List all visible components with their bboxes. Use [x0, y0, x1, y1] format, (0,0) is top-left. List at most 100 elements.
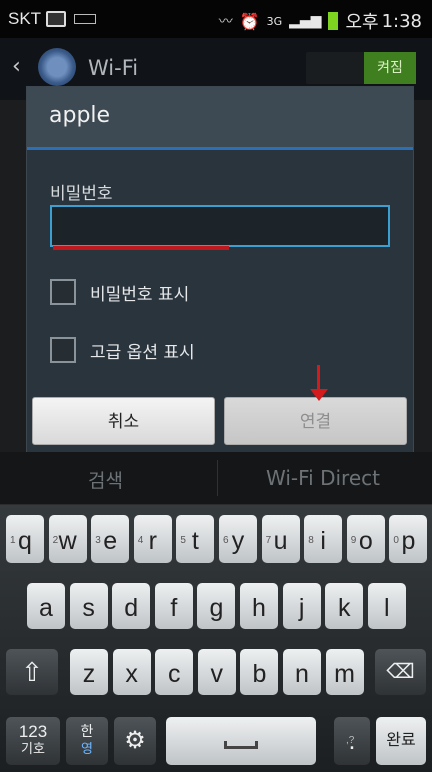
key-g[interactable]: g	[197, 583, 236, 629]
soft-keyboard: ⇧ ⌫ 123 기호 한 영 ⚙ ,? . 완료 1q2w3e4r5t6y7u8…	[0, 505, 432, 772]
key-label: s	[82, 594, 95, 622]
key-j[interactable]: j	[282, 583, 321, 629]
key-n[interactable]: n	[283, 649, 321, 695]
key-label: w	[58, 527, 77, 555]
key-p[interactable]: 0p	[389, 515, 428, 563]
key-label: y	[231, 527, 245, 555]
key-d[interactable]: d	[112, 583, 151, 629]
key-label: h	[252, 594, 266, 622]
space-key[interactable]	[166, 717, 316, 765]
key-label: q	[18, 527, 32, 555]
key-hint: 9	[350, 535, 357, 546]
connect-button[interactable]: 연결	[224, 397, 407, 445]
key-label: f	[170, 594, 178, 622]
key-label: o	[358, 527, 373, 555]
period-key[interactable]: ,? .	[334, 717, 370, 765]
cancel-button[interactable]: 취소	[32, 397, 215, 445]
red-arrow-annotation	[317, 365, 320, 391]
symbols-key[interactable]: 123 기호	[6, 717, 60, 765]
key-y[interactable]: 6y	[219, 515, 257, 563]
key-label: g	[209, 594, 224, 622]
battery-icon	[328, 12, 339, 30]
key-v[interactable]: v	[197, 649, 236, 695]
key-label: x	[125, 660, 138, 688]
key-e[interactable]: 3e	[91, 515, 130, 563]
key-label: u	[273, 527, 288, 555]
key-b[interactable]: b	[240, 649, 279, 695]
done-key[interactable]: 완료	[376, 717, 426, 765]
key-hint: 1	[10, 535, 16, 546]
key-label: p	[401, 527, 416, 555]
key-hint: 7	[265, 535, 272, 546]
wifi-toggle[interactable]: 켜짐	[306, 52, 416, 84]
wifi-connect-dialog: apple 비밀번호 비밀번호 표시 고급 옵션 표시 취소 연결	[27, 87, 413, 452]
key-hint: 0	[393, 535, 399, 546]
key-r[interactable]: 4r	[133, 515, 172, 563]
key-label: r	[148, 527, 157, 555]
key-hint: 4	[137, 535, 144, 546]
key-label: m	[334, 660, 355, 688]
show-password-checkbox[interactable]	[50, 279, 76, 305]
keyboard-notification-icon	[74, 14, 96, 24]
key-q[interactable]: 1q	[6, 515, 44, 563]
key-s[interactable]: s	[69, 583, 108, 629]
language-key[interactable]: 한 영	[66, 717, 108, 765]
search-button[interactable]: 검색	[88, 466, 123, 493]
page-title: Wi-Fi	[88, 56, 139, 80]
highlight-underline	[53, 246, 229, 250]
advanced-options-label[interactable]: 고급 옵션 표시	[90, 338, 195, 363]
settings-key[interactable]: ⚙	[114, 717, 156, 765]
key-hint: 3	[95, 535, 101, 546]
key-c[interactable]: c	[155, 649, 194, 695]
bottom-strip: 검색 Wi-Fi Direct	[0, 452, 432, 505]
time-label: 1:38	[381, 10, 422, 32]
strip-divider	[217, 460, 218, 496]
key-label: n	[295, 660, 309, 688]
key-x[interactable]: x	[112, 649, 151, 695]
status-icons: 〰 ⏰ 3G ▂▄▆ 오후 1:38	[219, 8, 422, 34]
key-label: k	[337, 594, 351, 622]
key-o[interactable]: 9o	[346, 515, 385, 563]
show-password-label[interactable]: 비밀번호 표시	[90, 280, 189, 305]
dialog-header: apple	[27, 87, 413, 150]
settings-gear-icon	[38, 48, 76, 86]
key-label: j	[298, 594, 305, 622]
symbols-key-bottom: 기호	[21, 741, 45, 756]
shift-key[interactable]: ⇧	[6, 649, 58, 695]
time-ampm: 오후	[345, 12, 379, 33]
password-input[interactable]	[50, 205, 390, 247]
key-hint: 6	[223, 535, 229, 546]
status-bar: SKT 〰 ⏰ 3G ▂▄▆ 오후 1:38	[0, 0, 432, 38]
key-label: t	[191, 527, 199, 555]
key-u[interactable]: 7u	[261, 515, 300, 563]
dialog-title: apple	[49, 103, 111, 128]
key-t[interactable]: 5t	[176, 515, 215, 563]
key-label: z	[82, 660, 96, 688]
advanced-options-checkbox[interactable]	[50, 337, 76, 363]
key-l[interactable]: l	[367, 583, 406, 629]
back-icon[interactable]: ‹	[12, 54, 21, 79]
key-a[interactable]: a	[27, 583, 65, 629]
language-key-bottom: 영	[81, 741, 93, 756]
key-label: l	[384, 594, 390, 622]
wifi-direct-button[interactable]: Wi-Fi Direct	[266, 466, 380, 490]
wifi-toggle-on-label: 켜짐	[364, 52, 416, 84]
key-i[interactable]: 8i	[304, 515, 343, 563]
wifi-signal-icon: 〰	[218, 14, 233, 30]
key-hint: 8	[308, 535, 314, 546]
symbols-key-top: 123	[18, 722, 48, 741]
alarm-icon: ⏰	[239, 11, 260, 31]
key-hint: 2	[52, 535, 59, 546]
space-icon	[224, 741, 258, 749]
key-m[interactable]: m	[325, 649, 364, 695]
key-w[interactable]: 2w	[48, 515, 87, 563]
signal-bars-icon: ▂▄▆	[289, 13, 322, 29]
key-k[interactable]: k	[325, 583, 364, 629]
carrier-label: SKT	[8, 9, 42, 28]
key-hint: 5	[180, 535, 186, 546]
key-f[interactable]: f	[154, 583, 193, 629]
key-z[interactable]: z	[70, 649, 108, 695]
key-label: v	[210, 660, 224, 688]
backspace-key[interactable]: ⌫	[375, 649, 426, 695]
key-h[interactable]: h	[240, 583, 278, 629]
